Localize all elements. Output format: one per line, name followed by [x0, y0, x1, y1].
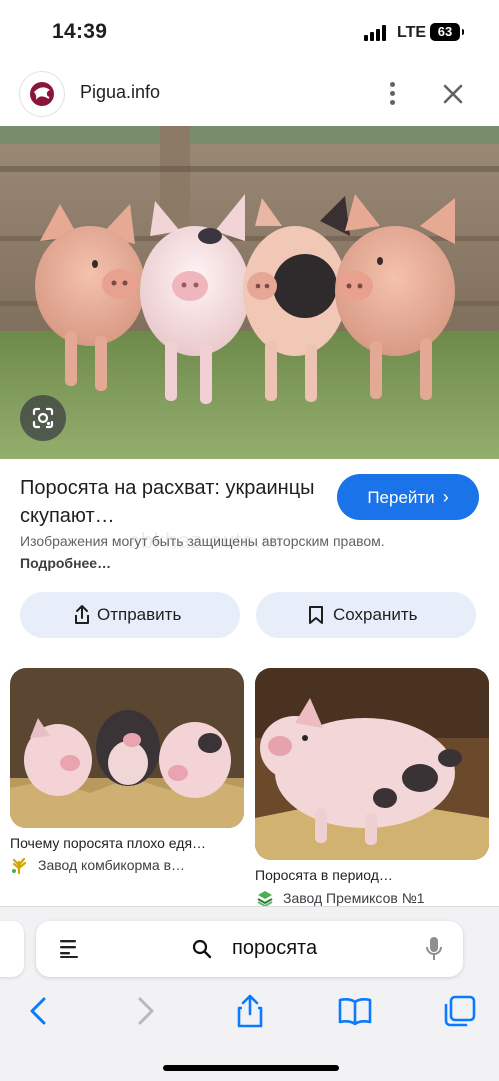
share-label: Отправить — [97, 605, 182, 624]
lens-icon[interactable] — [20, 395, 66, 441]
search-icon — [192, 939, 212, 959]
save-button[interactable]: Сохранить — [256, 592, 476, 638]
result-title[interactable]: Поросята на расхват: украинцы скупают… — [20, 474, 320, 530]
source-icon — [256, 889, 274, 908]
previous-tab[interactable] — [0, 921, 24, 977]
site-header: Pigua.info — [0, 62, 499, 126]
reader-icon[interactable] — [58, 937, 80, 959]
forward-icon[interactable] — [128, 993, 164, 1029]
save-label: Сохранить — [333, 605, 418, 624]
search-query[interactable]: поросята — [232, 937, 317, 960]
address-bar[interactable]: поросята — [36, 921, 463, 977]
related-title[interactable]: Поросята в период… — [255, 867, 393, 883]
source-icon — [10, 856, 28, 875]
site-name[interactable]: Pigua.info — [80, 82, 160, 103]
home-indicator — [163, 1065, 339, 1071]
browser-toolbar: поросята — [0, 906, 499, 1081]
more-vertical-icon[interactable] — [380, 80, 404, 108]
visit-button[interactable]: Перейти › — [337, 474, 479, 520]
related-source: Завод Премиксов №1 — [283, 890, 425, 906]
related-image[interactable] — [255, 668, 489, 860]
signal-icon — [364, 25, 392, 41]
site-logo-icon[interactable] — [20, 72, 64, 116]
visit-button-label: Перейти — [367, 488, 435, 507]
share-icon[interactable] — [232, 993, 268, 1029]
close-icon[interactable] — [440, 81, 466, 107]
status-time: 14:39 — [52, 20, 108, 43]
bookmark-icon — [309, 606, 323, 624]
tabs-icon[interactable] — [442, 993, 478, 1029]
learn-more-link[interactable]: Подробнее… — [20, 555, 111, 571]
mic-icon[interactable] — [425, 935, 443, 963]
main-image[interactable] — [0, 126, 499, 459]
related-source: Завод комбикорма в… — [38, 857, 186, 873]
related-title[interactable]: Почему поросята плохо едя… — [10, 835, 206, 851]
back-icon[interactable] — [22, 993, 58, 1029]
status-bar: 14:39 LTE 63 — [0, 0, 499, 62]
share-icon — [75, 605, 89, 624]
battery-icon: 63 — [430, 23, 464, 41]
network-label: LTE — [397, 24, 427, 41]
copyright-notice: Изображения могут быть защищены авторски… — [20, 530, 440, 574]
related-image[interactable] — [10, 668, 244, 828]
copyright-text: Изображения могут быть защищены авторски… — [20, 533, 385, 549]
share-button[interactable]: Отправить — [20, 592, 240, 638]
chevron-right-icon: › — [442, 487, 449, 507]
bookmarks-icon[interactable] — [337, 993, 373, 1029]
